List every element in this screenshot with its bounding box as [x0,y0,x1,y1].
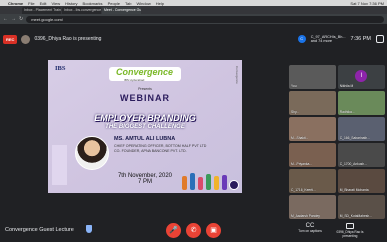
participant-name: M_Bharati Mohanta [339,188,369,193]
participant-name: M_SD_KotaMahesh... [339,214,373,218]
menu-history[interactable]: History [65,1,77,6]
speaker-more: and 74 more [310,39,333,43]
convergence-logo: Convergence [116,67,174,77]
slide-side-text: Convergence [235,66,239,84]
security-shield-icon[interactable] [86,225,92,233]
address-bar: ← → ↻ meet.google.com/ [0,14,387,24]
slide-title: EMPLOYER BRANDING [94,113,196,123]
participant-tile[interactable]: Radhika... [337,90,385,116]
presentation-header: REC 0396_Dhiya Rao is presenting [0,32,101,46]
participant-name: C_1700_Ankush... [339,162,367,167]
menu-help[interactable]: Help [156,1,164,6]
browser-tab-bar: Inbox - Placement Training (Cr... Inbox … [0,6,387,14]
slide-speaker-desc-1: CHIEF OPERATING OFFICER, BOTTOM HALF PVT… [114,144,207,148]
participant-tile[interactable]: M_SD_KotaMahesh... [337,194,385,219]
captions-button[interactable]: CC Turn on captions [295,223,325,233]
meeting-time: 7:36 PM [350,36,371,42]
participant-tile[interactable]: C_1716_Keerti... [289,168,337,194]
slide-speaker-desc: CHIEF OPERATING OFFICER, BOTTOM HALF PVT… [114,144,206,153]
tab-meet[interactable]: Meet - Convergence Guest Le... [102,7,141,14]
meeting-name: Convergence Guest Lecture [5,227,74,233]
menu-chrome[interactable]: Chrome [8,1,23,6]
participant-name: M...Priyanka... [291,162,313,167]
meeting-controls-bar: Convergence Guest Lecture 🎤 ✆ ▣ CC Turn … [0,219,387,242]
mic-off-button[interactable]: 🎤 [166,223,181,238]
forward-icon[interactable]: → [11,16,16,22]
participant-name: Radhika... [339,110,355,115]
presenting-label: 0396_Dhiya Rao is presenting [336,230,364,238]
menu-file[interactable]: File [28,1,34,6]
slide-webinar: WEBINAR [120,93,170,103]
participant-name: M...Shakti... [291,136,309,141]
captions-label: Turn on captions [298,229,322,233]
menu-window[interactable]: Window [136,1,150,6]
present-screen-icon [346,223,354,229]
slide-presents: Presents [138,87,152,91]
participant-grid: You I Nikhila M Shy... Radhika... M...Shakti.… [289,65,385,219]
hang-up-button[interactable]: ✆ [186,223,201,238]
os-clock: Sat 7 Nov 7:36 PM [350,0,384,6]
menu-tab[interactable]: Tab [125,1,131,6]
ibs-logo: IBS [55,65,66,72]
slide-speaker-desc-2: CO- FOUNDER, APNA BANCONE PVT. LTD. [114,148,187,153]
participant-name: C_166_Sabarinath... [339,136,370,141]
url-input[interactable]: meet.google.com/ [26,15,384,23]
participant-avatar: I [355,69,368,82]
slide-subtitle: THE BIGGEST CHALLENGE [105,124,185,130]
participant-name: M_Aadarsh Pandey [291,214,320,218]
slide-time-text: 7 PM [137,179,152,185]
speaker-info: C_97_ARCHIs_Bh... and 74 more [311,35,346,44]
participant-tile[interactable]: M...Priyanka... [289,142,337,168]
participant-tile[interactable]: C_1700_Ankush... [337,142,385,168]
participant-tile[interactable]: M_Bharati Mohanta [337,168,385,194]
tab-inbox-convergence[interactable]: Inbox - ibs.convergence@gmail... [62,7,101,14]
slide-illustration-people [180,168,230,190]
participant-tile[interactable]: I Nikhila M [337,65,385,90]
participant-tile[interactable]: M_Aadarsh Pandey [289,194,337,219]
participant-tile[interactable]: You [289,65,337,90]
presenting-button[interactable]: 0396_Dhiya Rao is presenting [334,223,366,238]
participant-name: C_1716_Keerti... [291,188,316,193]
speaker-photo [75,136,109,170]
participant-tile[interactable]: M...Shakti... [289,116,337,142]
convergence-logo-subtitle: IBS Hyderabad [124,78,145,82]
reload-icon[interactable]: ↻ [19,16,23,22]
menu-people[interactable]: People [108,1,120,6]
participant-name: Shy... [291,110,300,115]
slide-speaker-name: MS. AMTUL ALI LUBNA [114,136,176,142]
participant-name: Nikhila M [339,84,354,89]
slide-badge-icon [229,180,239,190]
speaker-avatar: C [297,35,306,43]
menu-bookmarks[interactable]: Bookmarks [83,1,103,6]
rec-badge: REC [3,34,18,44]
participant-name: You [291,84,297,89]
presenter-text: 0396_Dhiya Rao is presenting [34,36,102,42]
menu-view[interactable]: View [51,1,60,6]
layout-icon[interactable] [376,35,384,43]
menu-edit[interactable]: Edit [40,1,47,6]
tab-inbox-placement[interactable]: Inbox - Placement Training (Cr... [22,7,61,14]
top-right-info: C C_97_ARCHIs_Bh... and 74 more 7:36 PM [297,32,384,46]
camera-off-button[interactable]: ▣ [206,223,221,238]
participant-tile[interactable]: Shy... [289,90,337,116]
presentation-slide: IBS Convergence IBS Hyderabad Convergenc… [48,60,242,193]
participant-tile[interactable]: C_166_Sabarinath... [337,116,385,142]
back-icon[interactable]: ← [3,16,8,22]
presenter-avatar [21,34,31,44]
